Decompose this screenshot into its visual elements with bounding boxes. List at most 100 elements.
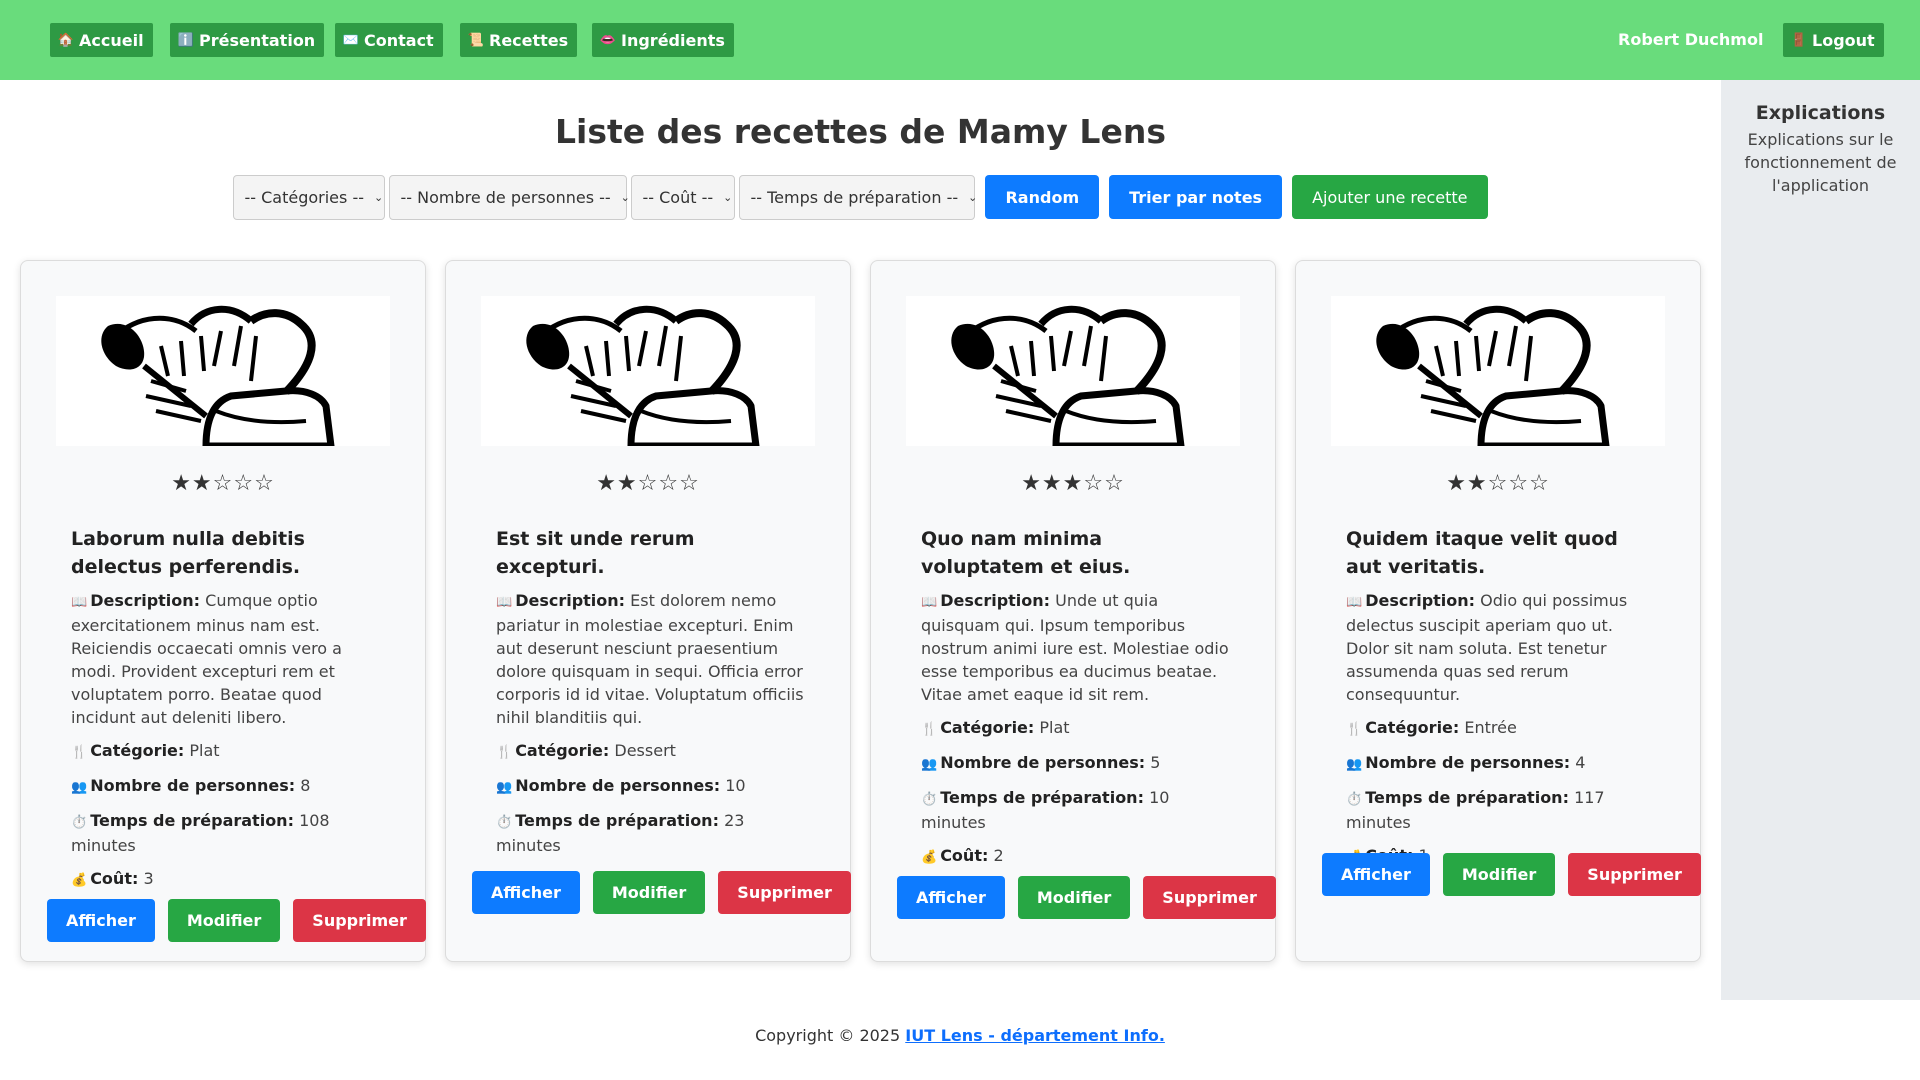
persons-label: Nombre de personnes: [1365, 753, 1571, 772]
rating-stars: ★★☆☆☆ [171, 471, 275, 496]
recipe-image [1331, 296, 1665, 446]
random-button[interactable]: Random [985, 175, 1100, 219]
recipe-persons: 👥 Nombre de personnes: 8 [71, 774, 381, 799]
recipe-category: 🍴 Catégorie: Plat [71, 739, 381, 764]
edit-recipe-button[interactable]: Modifier [1442, 853, 1556, 896]
people-icon: 👥 [1346, 757, 1363, 772]
explications-sidebar: Explications Explications sur le fonctio… [1721, 80, 1920, 1000]
category-value: Plat [1039, 718, 1070, 737]
stopwatch-icon: ⏱️ [1346, 792, 1363, 807]
persons-value: 8 [300, 776, 311, 795]
recipe-card: ★★☆☆☆ Laborum nulla debitis delectus per… [20, 260, 426, 962]
recipe-description: 📖 Description: Unde ut quia quisquam qui.… [921, 589, 1231, 706]
recipe-time: ⏱️ Temps de préparation: 108 minutes [71, 809, 381, 857]
nav-accueil-button[interactable]: 🏠 Accueil [50, 23, 153, 57]
cost-label: Coût: [90, 869, 139, 888]
book-icon: 📖 [1346, 595, 1363, 610]
recipe-description: 📖 Description: Odio qui possimus delectus… [1346, 589, 1656, 706]
category-label: Catégorie: [515, 741, 610, 760]
sidebar-title: Explications [1755, 102, 1886, 124]
add-recipe-button[interactable]: Ajouter une recette [1292, 175, 1488, 219]
rating-stars: ★★☆☆☆ [596, 471, 700, 496]
recipe-card: ★★★☆☆ Quo nam minima voluptatem et eius.… [870, 260, 1276, 962]
time-select-value: -- Temps de préparation -- [750, 188, 959, 207]
delete-recipe-button[interactable]: Supprimer [293, 899, 426, 942]
show-recipe-button[interactable]: Afficher [897, 876, 1005, 919]
stopwatch-icon: ⏱️ [71, 815, 88, 830]
delete-recipe-button[interactable]: Supprimer [1568, 853, 1701, 896]
description-label: Description: [940, 591, 1051, 610]
show-recipe-button[interactable]: Afficher [1322, 853, 1430, 896]
recipe-card: ★★☆☆☆ Quidem itaque velit quod aut verit… [1295, 260, 1701, 962]
edit-recipe-button[interactable]: Modifier [592, 871, 706, 914]
time-label: Temps de préparation: [90, 811, 294, 830]
page-title: Liste des recettes de Mamy Lens [555, 112, 1166, 151]
envelope-icon: ✉️ [342, 32, 360, 48]
recipe-persons: 👥 Nombre de personnes: 10 [496, 774, 806, 799]
edit-recipe-button[interactable]: Modifier [167, 899, 281, 942]
money-bag-icon: 💰 [921, 850, 938, 865]
book-icon: 📖 [921, 595, 938, 610]
stopwatch-icon: ⏱️ [921, 792, 938, 807]
category-value: Dessert [614, 741, 676, 760]
recipe-cost: 💰 Coût: 2 [921, 844, 1231, 869]
persons-label: Nombre de personnes: [515, 776, 721, 795]
delete-recipe-button[interactable]: Supprimer [718, 871, 851, 914]
edit-recipe-button[interactable]: Modifier [1017, 876, 1131, 919]
rating-stars: ★★★☆☆ [1021, 471, 1125, 496]
description-label: Description: [515, 591, 626, 610]
nav-recettes-button[interactable]: 📜 Recettes [460, 23, 578, 57]
nav-presentation-button[interactable]: ℹ️ Présentation [170, 23, 325, 57]
copyright-text: Copyright © 2025 [755, 1026, 901, 1045]
recipe-time: ⏱️ Temps de préparation: 23 minutes [496, 809, 806, 857]
recipe-image [481, 296, 815, 446]
delete-recipe-button[interactable]: Supprimer [1143, 876, 1276, 919]
persons-value: 5 [1150, 753, 1161, 772]
stopwatch-icon: ⏱️ [496, 815, 513, 830]
recipe-description: 📖 Description: Cumque optio exercitatione… [71, 589, 381, 729]
show-recipe-button[interactable]: Afficher [47, 899, 155, 942]
description-value: Cumque optio exercitationem minus nam es… [71, 591, 342, 727]
recipe-persons: 👥 Nombre de personnes: 5 [921, 751, 1231, 776]
sort-by-rating-button[interactable]: Trier par notes [1109, 175, 1283, 219]
nav-contact-button[interactable]: ✉️ Contact [335, 23, 443, 57]
nav-contact-label: Contact [364, 30, 434, 50]
cost-select[interactable]: -- Coût -- ⌄ [631, 175, 736, 220]
persons-select[interactable]: -- Nombre de personnes -- ⌄ [389, 175, 630, 220]
category-label: Catégorie: [90, 741, 185, 760]
cutlery-icon: 🍴 [71, 745, 88, 760]
nav-accueil-label: Accueil [79, 30, 144, 50]
time-label: Temps de préparation: [515, 811, 719, 830]
recipe-title: Quo nam minima voluptatem et eius. [921, 528, 1131, 578]
persons-value: 10 [725, 776, 746, 795]
show-recipe-button[interactable]: Afficher [472, 871, 580, 914]
top-navbar: 🏠 Accueil ℹ️ Présentation ✉️ Contact 📜 R… [0, 0, 1920, 80]
book-icon: 📖 [71, 595, 88, 610]
nav-presentation-label: Présentation [199, 30, 316, 50]
iut-link[interactable]: IUT Lens - département Info. [905, 1026, 1165, 1045]
recipe-title: Est sit unde rerum excepturi. [496, 528, 695, 578]
filter-bar: -- Catégories -- ⌄ -- Nombre de personne… [0, 175, 1721, 220]
nav-ingredients-button[interactable]: 👄 Ingrédients [592, 23, 734, 57]
recipe-image [56, 296, 390, 446]
recipe-category: 🍴 Catégorie: Dessert [496, 739, 806, 764]
house-icon: 🏠 [57, 32, 75, 48]
people-icon: 👥 [71, 780, 88, 795]
chevron-down-icon: ⌄ [620, 191, 630, 204]
lips-icon: 👄 [599, 32, 617, 48]
logout-button[interactable]: 🚪 Logout [1783, 23, 1884, 57]
cutlery-icon: 🍴 [1346, 722, 1363, 737]
persons-label: Nombre de personnes: [90, 776, 296, 795]
time-select[interactable]: -- Temps de préparation -- ⌄ [739, 175, 977, 220]
recipe-persons: 👥 Nombre de personnes: 4 [1346, 751, 1656, 776]
category-label: Catégorie: [940, 718, 1035, 737]
category-label: Catégorie: [1365, 718, 1460, 737]
persons-value: 4 [1575, 753, 1586, 772]
category-select[interactable]: -- Catégories -- ⌄ [233, 175, 386, 220]
money-bag-icon: 💰 [71, 873, 88, 888]
recipe-cost: 💰Coût: 3 [71, 867, 381, 892]
recipe-category: 🍴 Catégorie: Plat [921, 716, 1231, 741]
time-label: Temps de préparation: [1365, 788, 1569, 807]
people-icon: 👥 [921, 757, 938, 772]
description-label: Description: [90, 591, 201, 610]
